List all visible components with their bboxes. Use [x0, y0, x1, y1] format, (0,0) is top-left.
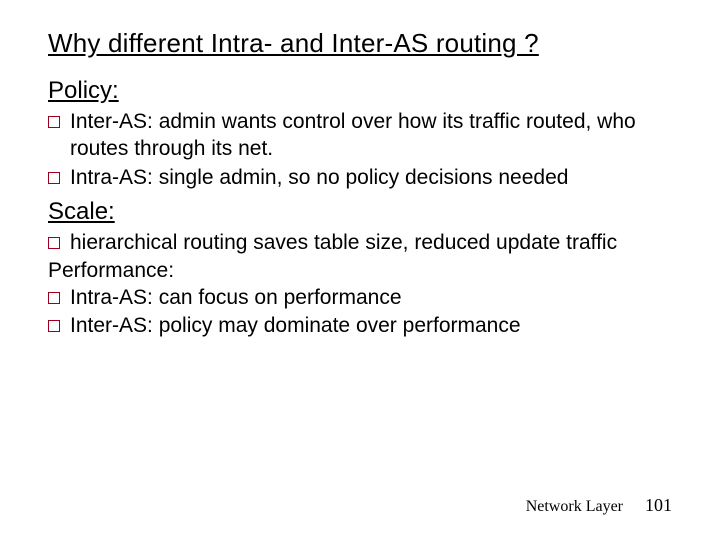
footer-label: Network Layer — [526, 498, 623, 516]
section-heading-scale: Scale: — [48, 198, 672, 226]
bullet-marker-icon — [48, 237, 60, 249]
slide-title: Why different Intra- and Inter-AS routin… — [48, 28, 672, 59]
bullet-marker-icon — [48, 292, 60, 304]
bullet-text: Intra-AS: single admin, so no policy dec… — [70, 165, 672, 192]
bullet-text: hierarchical routing saves table size, r… — [70, 230, 672, 257]
slide: Why different Intra- and Inter-AS routin… — [0, 0, 720, 540]
bullet-text: Inter-AS: policy may dominate over perfo… — [70, 313, 672, 340]
bullet-marker-icon — [48, 172, 60, 184]
bullet-marker-icon — [48, 116, 60, 128]
bullet-marker-icon — [48, 320, 60, 332]
bullet-text: Intra-AS: can focus on performance — [70, 285, 672, 312]
page-number: 101 — [645, 495, 672, 516]
bullet-item: hierarchical routing saves table size, r… — [48, 230, 672, 257]
bullet-item: Intra-AS: can focus on performance — [48, 285, 672, 312]
bullet-item: Intra-AS: single admin, so no policy dec… — [48, 165, 672, 192]
bullet-item: Inter-AS: policy may dominate over perfo… — [48, 313, 672, 340]
section-heading-policy: Policy: — [48, 77, 672, 105]
slide-footer: Network Layer 101 — [526, 495, 672, 516]
bullet-item: Inter-AS: admin wants control over how i… — [48, 109, 672, 163]
section-heading-performance: Performance: — [48, 259, 672, 283]
bullet-text: Inter-AS: admin wants control over how i… — [70, 109, 672, 163]
